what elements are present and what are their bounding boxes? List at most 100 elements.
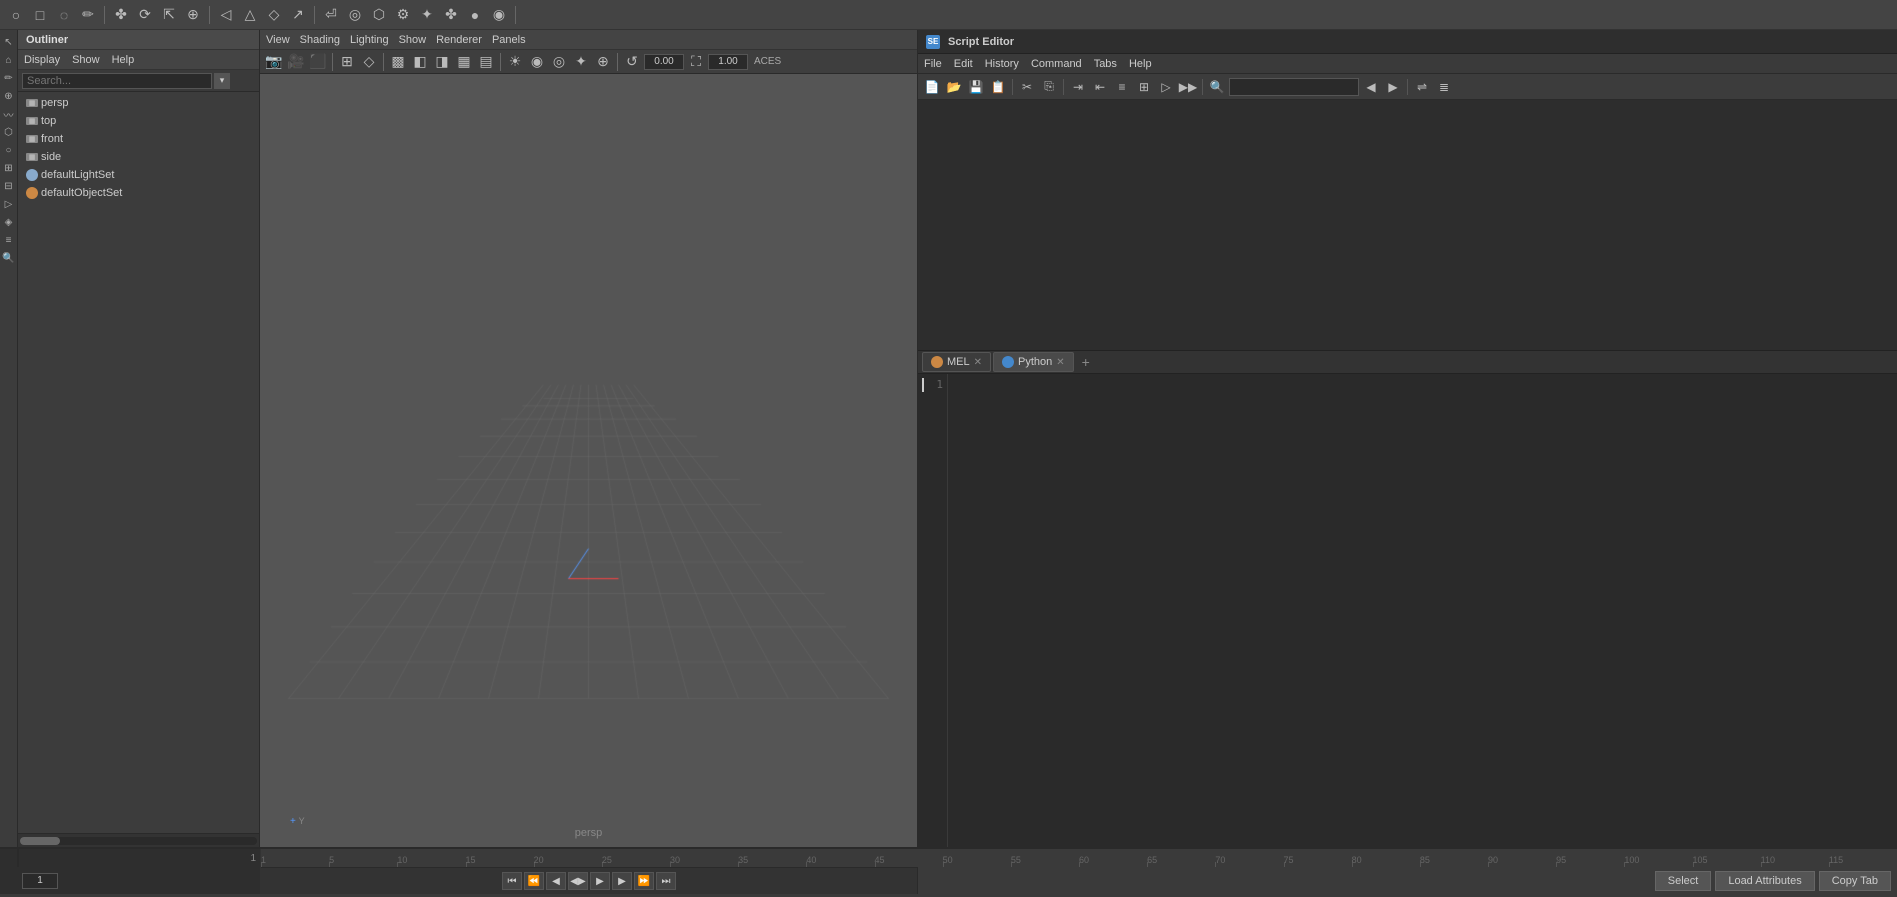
timeline[interactable]: 1 15101520253035404550556065707580859095… [0, 848, 1897, 867]
vp-tool-deform[interactable]: ◇ [359, 52, 379, 72]
se-tab-mel-close[interactable]: ✕ [974, 357, 982, 368]
toolbar-icon-select[interactable]: ○ [6, 5, 26, 25]
viewport-menu-show[interactable]: Show [399, 34, 427, 46]
pb-goto-start[interactable]: ⏮ [502, 872, 522, 890]
outliner-item-top[interactable]: ▦ top [18, 112, 259, 130]
toolbar-icon-transform[interactable]: ⊕ [183, 5, 203, 25]
se-tool-search-prev[interactable]: ◀ [1361, 77, 1381, 97]
se-tool-wrap[interactable]: ⇌ [1412, 77, 1432, 97]
outliner-item-defaultlightset[interactable]: defaultLightSet [18, 166, 259, 184]
se-tool-open[interactable]: 📂 [944, 77, 964, 97]
left-icon-poly[interactable]: ⬡ [1, 124, 17, 140]
se-tab-mel[interactable]: MEL ✕ [922, 352, 991, 372]
se-menu-tabs[interactable]: Tabs [1094, 58, 1117, 70]
left-icon-fx[interactable]: ≡ [1, 232, 17, 248]
outliner-scrollbar[interactable] [18, 833, 259, 847]
vp-tool-shading1[interactable]: ▩ [388, 52, 408, 72]
pb-play-back[interactable]: ◀▶ [568, 872, 588, 890]
pb-prev-key[interactable]: ⏪ [524, 872, 544, 890]
pb-play[interactable]: ▶ [590, 872, 610, 890]
scroll-thumb[interactable] [20, 837, 60, 845]
vp-tool-light5[interactable]: ⊕ [593, 52, 613, 72]
se-btn-copy-tab[interactable]: Copy Tab [1819, 871, 1891, 891]
toolbar-icon-lasso[interactable]: ◌ [54, 5, 74, 25]
pb-step-fwd[interactable]: ▶ [612, 872, 632, 890]
se-editor[interactable]: 1 [918, 374, 1897, 847]
vp-tool-shading5[interactable]: ▤ [476, 52, 496, 72]
vp-tool-cam2[interactable]: 🎥 [286, 52, 306, 72]
viewport-menu-lighting[interactable]: Lighting [350, 34, 389, 46]
toolbar-icon-render6[interactable]: ● [465, 5, 485, 25]
se-menu-history[interactable]: History [985, 58, 1019, 70]
se-tool-search-next[interactable]: ▶ [1383, 77, 1403, 97]
se-tool-comment[interactable]: ≡ [1112, 77, 1132, 97]
outliner-menu-show[interactable]: Show [72, 54, 100, 66]
vp-tool-light2[interactable]: ◉ [527, 52, 547, 72]
se-tool-new[interactable]: 📄 [922, 77, 942, 97]
se-output[interactable] [918, 100, 1897, 350]
toolbar-icon-snap3[interactable]: ◇ [264, 5, 284, 25]
se-tool-indent2[interactable]: ⇤ [1090, 77, 1110, 97]
vp-tool-camera[interactable]: 📷 [264, 52, 284, 72]
se-tool-search-icon[interactable]: 🔍 [1207, 77, 1227, 97]
se-btn-load-attributes[interactable]: Load Attributes [1715, 871, 1814, 891]
left-icon-anim[interactable]: ▷ [1, 196, 17, 212]
vp-val-1[interactable] [708, 54, 748, 70]
se-code-area[interactable] [948, 374, 1897, 847]
toolbar-icon-render5[interactable]: ✤ [441, 5, 461, 25]
se-menu-file[interactable]: File [924, 58, 942, 70]
viewport-menu-view[interactable]: View [266, 34, 290, 46]
viewport[interactable]: persp + Y [260, 74, 917, 847]
left-icon-deform[interactable]: ⊞ [1, 160, 17, 176]
left-icon-rigging[interactable]: ⊟ [1, 178, 17, 194]
vp-tool-shading2[interactable]: ◧ [410, 52, 430, 72]
toolbar-icon-scale[interactable]: ⇱ [159, 5, 179, 25]
se-tool-lineno[interactable]: ≣ [1434, 77, 1454, 97]
vp-tool-light1[interactable]: ☀ [505, 52, 525, 72]
left-icon-select[interactable]: ↖ [1, 34, 17, 50]
viewport-menu-shading[interactable]: Shading [300, 34, 340, 46]
pb-step-back[interactable]: ◀ [546, 872, 566, 890]
vp-tool-snap[interactable]: ⊞ [337, 52, 357, 72]
left-icon-sculpt[interactable]: ⊕ [1, 88, 17, 104]
toolbar-icon-box[interactable]: □ [30, 5, 50, 25]
se-menu-help[interactable]: Help [1129, 58, 1152, 70]
timeline-numbers[interactable]: 1510152025303540455055606570758085909510… [261, 849, 1897, 867]
current-frame-input[interactable] [22, 873, 58, 889]
toolbar-icon-render1[interactable]: ◎ [345, 5, 365, 25]
se-btn-select[interactable]: Select [1655, 871, 1712, 891]
outliner-item-defaultobjectset[interactable]: defaultObjectSet [18, 184, 259, 202]
outliner-menu-help[interactable]: Help [112, 54, 135, 66]
outliner-item-side[interactable]: ▦ side [18, 148, 259, 166]
se-menu-edit[interactable]: Edit [954, 58, 973, 70]
pb-goto-end[interactable]: ⏭ [656, 872, 676, 890]
viewport-menu-renderer[interactable]: Renderer [436, 34, 482, 46]
toolbar-icon-render3[interactable]: ⚙ [393, 5, 413, 25]
toolbar-icon-render2[interactable]: ⬡ [369, 5, 389, 25]
se-tool-saveas[interactable]: 📋 [988, 77, 1008, 97]
toolbar-icon-snap1[interactable]: ◁ [216, 5, 236, 25]
se-tool-deindent[interactable]: ⊞ [1134, 77, 1154, 97]
vp-tool-light4[interactable]: ✦ [571, 52, 591, 72]
search-dropdown[interactable]: ▾ [214, 73, 230, 89]
pb-next-key[interactable]: ⏩ [634, 872, 654, 890]
vp-tool-shading3[interactable]: ◨ [432, 52, 452, 72]
se-tab-python-close[interactable]: ✕ [1056, 357, 1064, 368]
left-icon-search[interactable]: 🔍 [1, 250, 17, 266]
left-icon-nurbs[interactable]: ○ [1, 142, 17, 158]
toolbar-icon-move[interactable]: ✤ [111, 5, 131, 25]
left-icon-render[interactable]: ◈ [1, 214, 17, 230]
se-search-input[interactable] [1229, 78, 1359, 96]
left-icon-curve[interactable]: 〰 [1, 106, 17, 122]
se-tool-save[interactable]: 💾 [966, 77, 986, 97]
vp-tool-shading4[interactable]: ▦ [454, 52, 474, 72]
toolbar-icon-hist[interactable]: ⏎ [321, 5, 341, 25]
se-tab-python[interactable]: Python ✕ [993, 352, 1074, 372]
se-tab-add[interactable]: + [1076, 352, 1096, 372]
toolbar-icon-rotate[interactable]: ⟳ [135, 5, 155, 25]
vp-icon-rotate[interactable]: ↺ [622, 52, 642, 72]
scroll-track[interactable] [20, 837, 257, 845]
se-tool-indent1[interactable]: ⇥ [1068, 77, 1088, 97]
toolbar-icon-paint[interactable]: ✏ [78, 5, 98, 25]
left-icon-lasso[interactable]: ⌂ [1, 52, 17, 68]
